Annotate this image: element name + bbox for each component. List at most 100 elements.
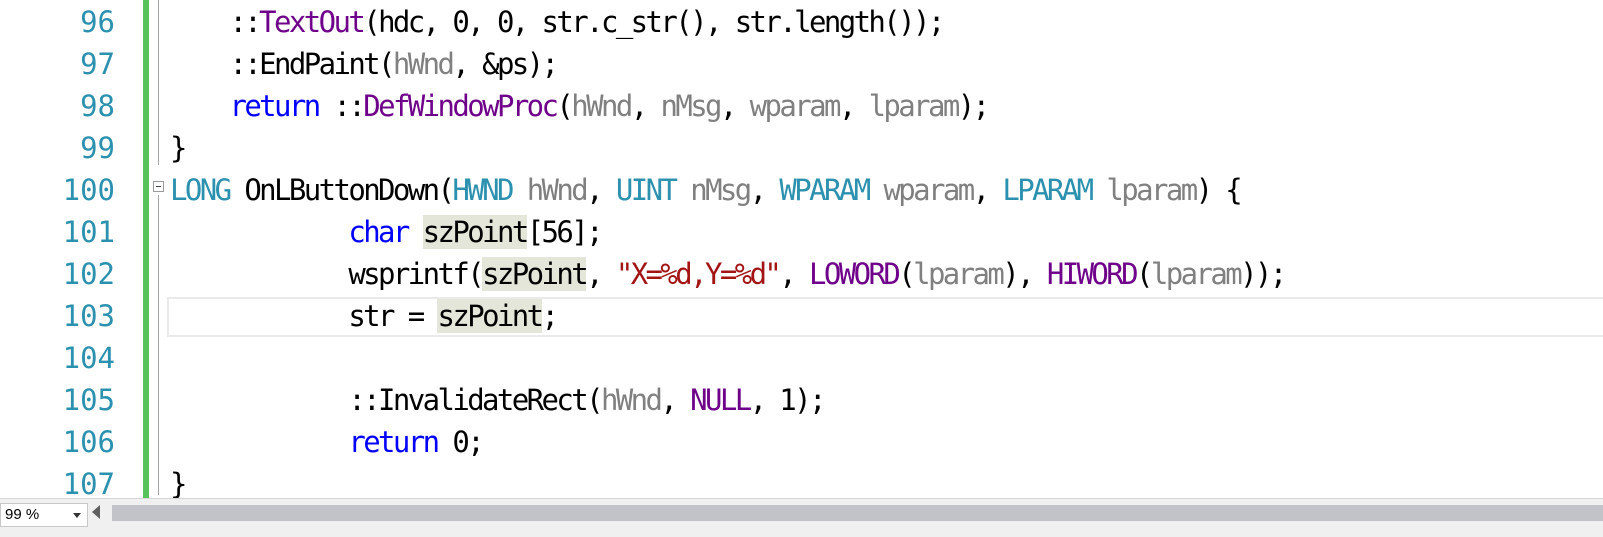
code-text: }: [170, 127, 187, 169]
code-token: ;: [541, 299, 559, 333]
code-line[interactable]: 104: [0, 337, 1603, 379]
line-number: 103: [62, 299, 115, 333]
code-token: lparam: [868, 89, 961, 123]
scroll-left-arrow-icon[interactable]: [92, 505, 100, 519]
code-editor[interactable]: 96 ::TextOut(hdc, 0, 0, str.c_str(), str…: [0, 0, 1603, 510]
code-token: 0;: [437, 425, 484, 459]
code-token: ::EndPaint(: [170, 47, 395, 81]
code-token: HWND: [452, 173, 514, 207]
code-line[interactable]: 98 return ::DefWindowProc(hWnd, nMsg, wp…: [0, 85, 1603, 127]
code-token: }: [170, 131, 187, 165]
code-text: ::EndPaint(hWnd, &ps);: [170, 43, 559, 85]
code-token: ,: [586, 173, 616, 207]
code-token: ,: [719, 89, 750, 123]
chevron-down-icon: [73, 513, 81, 518]
line-number: 97: [80, 47, 115, 81]
code-token: ) {: [1195, 173, 1243, 207]
line-number: 104: [62, 341, 115, 375]
code-token: hWnd: [392, 47, 455, 81]
code-line[interactable]: 96 ::TextOut(hdc, 0, 0, str.c_str(), str…: [0, 1, 1603, 43]
code-text: char szPoint[56];: [170, 211, 604, 253]
code-token: return: [348, 425, 440, 459]
code-token: [56];: [526, 215, 604, 249]
line-number: 105: [62, 383, 115, 417]
code-token: return: [229, 89, 321, 123]
code-text: return 0;: [170, 421, 484, 463]
code-line[interactable]: 97 ::EndPaint(hWnd, &ps);: [0, 43, 1603, 85]
code-token: );: [957, 89, 990, 123]
code-token: WPARAM: [779, 173, 871, 207]
code-token: ::: [318, 89, 365, 123]
code-text: LONG OnLButtonDown(HWND hWnd, UINT nMsg,…: [170, 169, 1243, 211]
code-token: OnLButtonDown(: [229, 173, 455, 207]
code-token: szPoint: [482, 257, 589, 291]
code-token: hWnd: [600, 383, 663, 417]
code-token: (: [898, 257, 915, 291]
line-number: 100: [62, 173, 115, 207]
code-token: (hdc, 0, 0, str.c_str(), str.length());: [363, 5, 945, 39]
line-number: 99: [80, 131, 115, 165]
code-token: szPoint: [437, 299, 544, 333]
line-number: 98: [80, 89, 115, 123]
code-token: UINT: [615, 173, 678, 207]
code-line[interactable]: 100 LONG OnLButtonDown(HWND hWnd, UINT nM…: [0, 169, 1603, 211]
code-token: nMsg: [660, 89, 722, 123]
code-token: LONG: [170, 173, 232, 207]
code-token: char: [348, 215, 410, 249]
code-token: HIWORD: [1046, 257, 1139, 291]
editor-status-bar: 99 %: [0, 498, 1603, 537]
code-text: ::TextOut(hdc, 0, 0, str.c_str(), str.le…: [170, 1, 945, 43]
line-number: 102: [62, 257, 115, 291]
code-token: wparam: [749, 89, 842, 123]
code-line[interactable]: 105 ::InvalidateRect(hWnd, NULL, 1);: [0, 379, 1603, 421]
zoom-value: 99 %: [5, 506, 40, 523]
code-token: "X=%d,Y=%d": [615, 257, 782, 291]
code-token: szPoint: [422, 215, 529, 249]
code-token: lparam: [1150, 257, 1243, 291]
code-token: ,: [779, 257, 810, 291]
code-token: DefWindowProc: [363, 89, 559, 123]
line-number: 96: [80, 5, 115, 39]
code-token: ,: [972, 173, 1003, 207]
code-token: lparam: [913, 257, 1005, 291]
code-token: ::InvalidateRect(: [170, 383, 603, 417]
code-token: LPARAM: [1002, 173, 1094, 207]
code-line[interactable]: 106 return 0;: [0, 421, 1603, 463]
code-token: , &ps);: [452, 47, 559, 81]
line-number: 106: [62, 425, 115, 459]
code-token: hWnd: [526, 173, 589, 207]
code-token: wparam: [883, 173, 975, 207]
code-token: lparam: [1106, 173, 1198, 207]
code-line[interactable]: 101 char szPoint[56];: [0, 211, 1603, 253]
code-line[interactable]: 99}: [0, 127, 1603, 169]
code-line[interactable]: 102 wsprintf(szPoint, "X=%d,Y=%d", LOWOR…: [0, 253, 1603, 295]
code-token: str =: [170, 299, 438, 333]
code-token: , 1);: [749, 383, 827, 417]
code-text: wsprintf(szPoint, "X=%d,Y=%d", LOWORD(lp…: [170, 253, 1287, 295]
code-token: TextOut: [259, 5, 366, 39]
code-token: ));: [1240, 257, 1287, 291]
code-token: hWnd: [571, 89, 633, 123]
code-token: ,: [586, 257, 616, 291]
line-number: 101: [62, 215, 115, 249]
code-token: LOWORD: [809, 257, 901, 291]
code-line[interactable]: 103 str = szPoint;: [0, 295, 1603, 337]
code-token: wsprintf(: [170, 257, 484, 291]
code-token: ,: [630, 89, 661, 123]
code-token: (: [1136, 257, 1153, 291]
code-token: ,: [749, 173, 780, 207]
code-token: NULL: [690, 383, 752, 417]
code-text: return ::DefWindowProc(hWnd, nMsg, wpara…: [170, 85, 990, 127]
zoom-dropdown[interactable]: 99 %: [0, 503, 88, 527]
code-token: }: [170, 467, 187, 501]
horizontal-scrollbar-thumb[interactable]: [112, 505, 1603, 521]
code-token: ),: [1002, 257, 1047, 291]
